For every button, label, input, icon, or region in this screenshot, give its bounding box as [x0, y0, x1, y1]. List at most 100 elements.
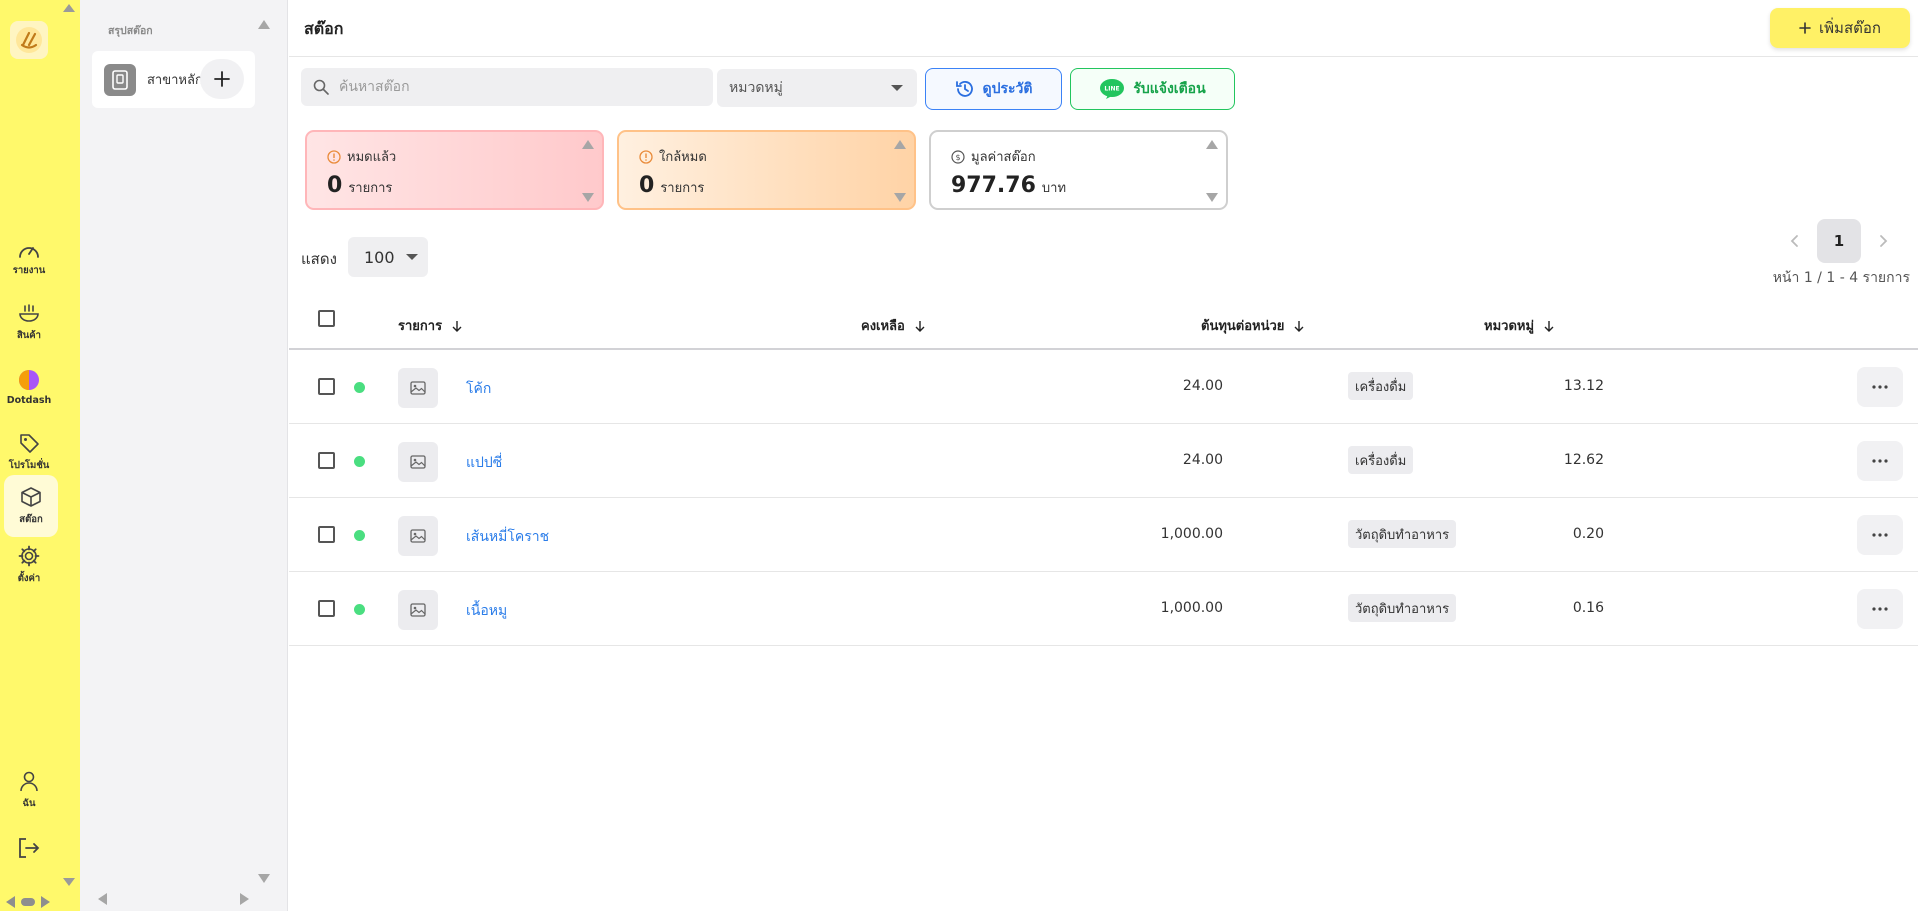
add-stock-button[interactable]: เพิ่มสต๊อก: [1770, 8, 1910, 48]
column-header-label: ต้นทุนต่อหน่วย: [1201, 319, 1285, 334]
row-checkbox[interactable]: [318, 378, 335, 395]
stat-value: 0: [639, 173, 655, 198]
add-branch-button[interactable]: [200, 59, 244, 99]
card-scroll-down-arrow[interactable]: [582, 193, 594, 202]
row-checkbox[interactable]: [318, 600, 335, 617]
page-button-current[interactable]: 1: [1817, 219, 1861, 263]
add-stock-label: เพิ่มสต๊อก: [1819, 20, 1881, 37]
rail-item-promotion[interactable]: โปรโมชั่น: [0, 421, 58, 483]
branch-doc-icon: [104, 63, 136, 96]
status-dot: [354, 456, 365, 467]
category-select[interactable]: หมวดหมู่: [717, 69, 917, 107]
branch-panel: สรุปสต๊อก สาขาหลัก: [80, 0, 288, 911]
rail-item-user[interactable]: ฉัน: [0, 759, 58, 821]
row-checkbox[interactable]: [318, 452, 335, 469]
logout-button[interactable]: [0, 818, 58, 878]
rail-label: สินค้า: [17, 329, 41, 341]
category-tag: เครื่องดื่ม: [1348, 446, 1414, 474]
card-scroll-up-arrow[interactable]: [582, 140, 594, 149]
branch-scroll-down-arrow[interactable]: [258, 874, 270, 883]
rail-item-dotdash[interactable]: Dotdash: [0, 356, 58, 418]
column-header-remaining[interactable]: คงเหลือ: [861, 315, 925, 336]
branch-card[interactable]: สาขาหลัก: [92, 51, 255, 108]
chevron-down-icon: [406, 254, 418, 260]
sort-arrow-down-icon: [915, 320, 925, 332]
search-field[interactable]: [301, 68, 713, 106]
card-scroll-up-arrow[interactable]: [1206, 140, 1218, 149]
chevron-down-icon: [891, 85, 903, 91]
card-scroll-up-arrow[interactable]: [894, 140, 906, 149]
chevron-left-icon: [1790, 235, 1798, 247]
stat-label: หมดแล้ว: [347, 150, 397, 165]
column-header-label: หมวดหมู่: [1484, 319, 1535, 334]
item-remaining: 24.00: [1182, 452, 1223, 468]
user-icon: [20, 771, 38, 791]
app-logo-icon[interactable]: [10, 21, 48, 59]
branch-scroll-right-arrow[interactable]: [240, 893, 249, 905]
category-select-value: หมวดหมู่: [729, 80, 783, 96]
logout-icon: [19, 838, 40, 858]
row-more-button[interactable]: [1857, 367, 1903, 407]
table-row[interactable]: โค้ก 24.00 13.12 เครื่องดื่ม: [289, 350, 1918, 424]
history-button-label: ดูประวัติ: [982, 80, 1033, 96]
stat-label: ใกล้หมด: [659, 150, 707, 165]
tag-icon: [20, 433, 39, 453]
svg-text:$: $: [955, 153, 960, 162]
stat-value: 977.76: [951, 173, 1036, 198]
row-more-button[interactable]: [1857, 515, 1903, 555]
prev-page-button[interactable]: [1773, 219, 1817, 263]
item-name-link[interactable]: เนื้อหมู: [466, 600, 507, 622]
rail-item-settings[interactable]: ตั้งค่า: [0, 534, 58, 596]
alert-circle-icon: [327, 149, 341, 164]
stat-unit: รายการ: [660, 181, 705, 196]
search-icon: [313, 79, 329, 95]
left-rail: รายงาน สินค้า Dotdash โปรโมชั่น สต๊อก ตั…: [0, 0, 80, 911]
page-size-select[interactable]: 100: [348, 237, 428, 277]
rail-item-products[interactable]: สินค้า: [0, 292, 58, 354]
column-header-item[interactable]: รายการ: [398, 315, 462, 336]
item-name-link[interactable]: แปปซี่: [466, 452, 502, 474]
row-more-button[interactable]: [1857, 589, 1903, 629]
history-button[interactable]: ดูประวัติ: [925, 68, 1062, 110]
rail-scroll-up-arrow[interactable]: [63, 4, 75, 12]
stat-card-out-of-stock[interactable]: หมดแล้ว 0 รายการ: [305, 130, 604, 210]
item-remaining: 1,000.00: [1160, 600, 1223, 616]
stat-card-stock-value[interactable]: $ มูลค่าสต๊อก 977.76 บาท: [929, 130, 1228, 210]
more-horizontal-icon: [1872, 607, 1888, 611]
pagination: 1: [1773, 219, 1905, 263]
table-row[interactable]: เส้นหมี่โคราช 1,000.00 0.20 วัตถุดิบทำอา…: [289, 498, 1918, 572]
branch-scroll-up-arrow[interactable]: [258, 20, 270, 29]
row-more-button[interactable]: [1857, 441, 1903, 481]
branch-scroll-left-arrow[interactable]: [98, 893, 107, 905]
item-name-link[interactable]: โค้ก: [466, 378, 491, 400]
gear-icon: [18, 545, 40, 566]
line-notify-button[interactable]: LINE รับแจ้งเตือน: [1070, 68, 1235, 110]
column-header-category[interactable]: หมวดหมู่: [1484, 315, 1554, 336]
column-header-label: รายการ: [398, 319, 443, 334]
rail-item-stock[interactable]: สต๊อก: [4, 475, 58, 537]
select-all-checkbox[interactable]: [318, 310, 335, 327]
column-header-unit-cost[interactable]: ต้นทุนต่อหน่วย: [1201, 315, 1304, 336]
card-scroll-down-arrow[interactable]: [894, 193, 906, 202]
table-row[interactable]: แปปซี่ 24.00 12.62 เครื่องดื่ม: [289, 424, 1918, 498]
branch-panel-heading: สรุปสต๊อก: [108, 25, 153, 37]
search-input[interactable]: [339, 79, 699, 95]
box-icon: [21, 486, 41, 507]
image-placeholder-icon: [398, 590, 438, 630]
rail-item-report[interactable]: รายงาน: [0, 228, 58, 290]
app-root: รายงาน สินค้า Dotdash โปรโมชั่น สต๊อก ตั…: [0, 0, 1918, 911]
rail-scroll-down-arrow[interactable]: [63, 878, 75, 886]
rail-label: Dotdash: [6, 394, 52, 406]
alert-circle-icon: [639, 149, 653, 164]
next-page-button[interactable]: [1861, 219, 1905, 263]
more-horizontal-icon: [1872, 533, 1888, 537]
column-header-label: คงเหลือ: [861, 319, 905, 334]
image-placeholder-icon: [398, 516, 438, 556]
table-row[interactable]: เนื้อหมู 1,000.00 0.16 วัตถุดิบทำอาหาร: [289, 572, 1918, 646]
row-checkbox[interactable]: [318, 526, 335, 543]
rail-horizontal-scrollbar[interactable]: [6, 896, 50, 908]
stat-card-low-stock[interactable]: ใกล้หมด 0 รายการ: [617, 130, 916, 210]
dollar-circle-icon: $: [951, 149, 965, 164]
card-scroll-down-arrow[interactable]: [1206, 193, 1218, 202]
item-name-link[interactable]: เส้นหมี่โคราช: [466, 526, 549, 548]
